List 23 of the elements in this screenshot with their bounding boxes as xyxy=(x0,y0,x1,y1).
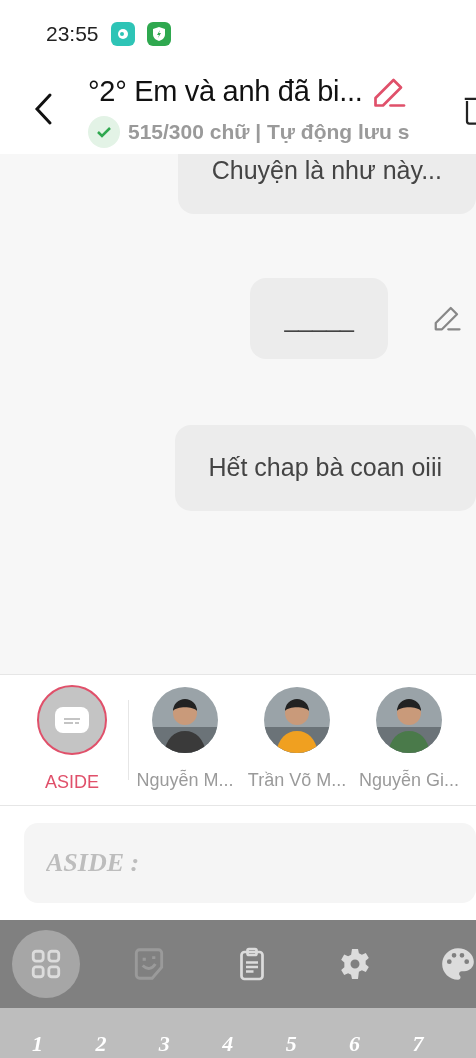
word-count-status: 515/300 chữ | Tự động lưu s xyxy=(128,119,410,145)
message-bubble[interactable]: _____ xyxy=(250,277,388,359)
story-title: °2° Em và anh đã bi... xyxy=(88,74,363,110)
character-name[interactable]: Nguyễn M... xyxy=(136,766,234,794)
palette-icon xyxy=(439,945,476,983)
keyboard-key[interactable]: 7 xyxy=(412,1032,476,1056)
status-time: 23:55 xyxy=(46,21,99,48)
keyboard-key[interactable]: 6 xyxy=(349,1032,413,1056)
grid-icon xyxy=(29,947,63,981)
check-icon xyxy=(88,115,120,148)
character-name[interactable]: Trần Võ M... xyxy=(247,766,347,794)
keyboard-key[interactable]: 3 xyxy=(158,1032,223,1056)
shield-icon xyxy=(146,22,171,46)
character-name[interactable]: ASIDE xyxy=(45,768,99,796)
keyboard-key[interactable]: 5 xyxy=(285,1032,350,1056)
message-icon xyxy=(55,706,89,733)
message-bubble[interactable]: Hết chap bà coan oiii xyxy=(174,425,476,511)
keyboard-key[interactable]: 1 xyxy=(32,1032,96,1056)
keyboard-key[interactable]: 4 xyxy=(222,1032,286,1056)
message-bubble[interactable]: Chuyện là như này... xyxy=(177,154,476,214)
keyboard-key[interactable]: 2 xyxy=(95,1032,159,1056)
character-name[interactable]: Nguyễn Gi... xyxy=(358,766,459,794)
app-notification-icon xyxy=(110,22,135,46)
